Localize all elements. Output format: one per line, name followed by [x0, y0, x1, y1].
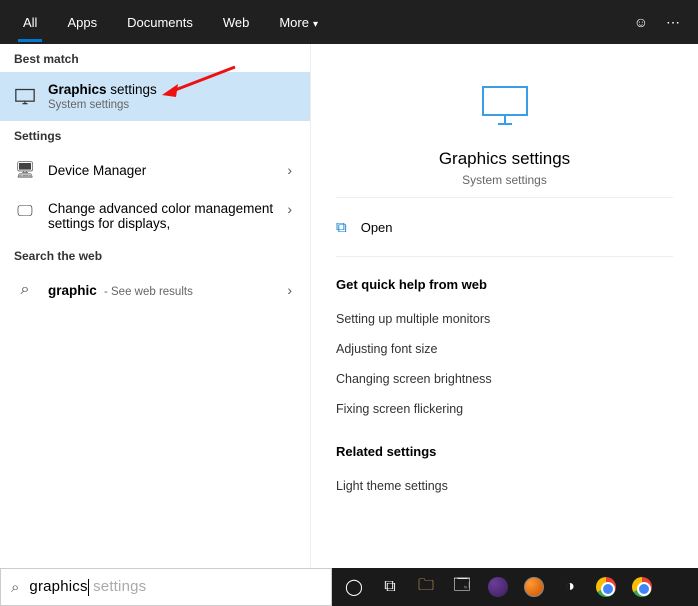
result-color-management[interactable]: 🖵 Change advanced color management setti…: [0, 191, 310, 241]
feedback-icon[interactable]: ☺: [634, 14, 648, 30]
search-web-label: Search the web: [0, 241, 310, 269]
chevron-right-icon: ›: [287, 162, 296, 178]
quick-link-brightness[interactable]: Changing screen brightness: [336, 364, 673, 394]
top-tab-bar: All Apps Documents Web More▾ ☺ ⋯: [0, 0, 698, 44]
taskbar-app2-icon[interactable]: [518, 571, 550, 603]
results-panel: Best match Graphics settings System sett…: [0, 44, 310, 568]
taskbar-chrome2-icon[interactable]: [626, 571, 658, 603]
device-manager-icon: 🖥: [14, 159, 36, 181]
chevron-right-icon: ›: [287, 201, 296, 217]
taskbar-app3-icon[interactable]: ◑: [554, 571, 586, 603]
result-device-manager[interactable]: 🖥 Device Manager ›: [0, 149, 310, 191]
result-web-graphic[interactable]: ⌕ graphic - See web results ›: [0, 269, 310, 311]
monitor-large-icon: [480, 84, 530, 129]
quick-help-heading: Get quick help from web: [336, 277, 673, 292]
tab-apps[interactable]: Apps: [52, 3, 112, 42]
related-link-theme[interactable]: Light theme settings: [336, 471, 673, 501]
quick-link-flickering[interactable]: Fixing screen flickering: [336, 394, 673, 424]
taskbar-chrome-icon[interactable]: [590, 571, 622, 603]
tab-web[interactable]: Web: [208, 3, 265, 42]
taskbar-explorer-icon[interactable]: 🗀: [410, 571, 442, 603]
search-ghost-text: settings: [89, 578, 147, 595]
preview-subtitle: System settings: [336, 173, 673, 187]
preview-panel: Graphics settings System settings ⧉ Open…: [310, 44, 698, 568]
settings-label: Settings: [0, 121, 310, 149]
open-icon: ⧉: [336, 219, 347, 236]
more-options-icon[interactable]: ⋯: [666, 14, 680, 31]
tab-documents[interactable]: Documents: [112, 3, 208, 42]
search-typed-text: graphics: [29, 578, 87, 595]
chevron-right-icon: ›: [287, 282, 296, 298]
quick-link-monitors[interactable]: Setting up multiple monitors: [336, 304, 673, 334]
best-match-label: Best match: [0, 44, 310, 72]
display-color-icon: 🖵: [14, 201, 36, 223]
open-action[interactable]: ⧉ Open: [336, 213, 673, 257]
search-icon: ⌕: [11, 579, 19, 596]
related-heading: Related settings: [336, 444, 673, 459]
quick-link-font[interactable]: Adjusting font size: [336, 334, 673, 364]
preview-title: Graphics settings: [336, 149, 673, 169]
search-icon: ⌕: [14, 279, 36, 301]
taskbar-predator-icon[interactable]: [482, 571, 514, 603]
tab-more[interactable]: More▾: [264, 3, 333, 42]
taskbar: ◯ ⧉ 🗀 🗔 ◑: [332, 568, 698, 606]
tab-all[interactable]: All: [8, 3, 52, 42]
taskbar-cortana-icon[interactable]: ◯: [338, 571, 370, 603]
result-graphics-settings[interactable]: Graphics settings System settings: [0, 72, 310, 121]
monitor-icon: [14, 86, 36, 108]
search-input[interactable]: ⌕ graphics settings: [0, 568, 332, 606]
taskbar-app-icon[interactable]: 🗔: [446, 571, 478, 603]
chevron-down-icon: ▾: [313, 19, 318, 30]
taskbar-taskview-icon[interactable]: ⧉: [374, 571, 406, 603]
